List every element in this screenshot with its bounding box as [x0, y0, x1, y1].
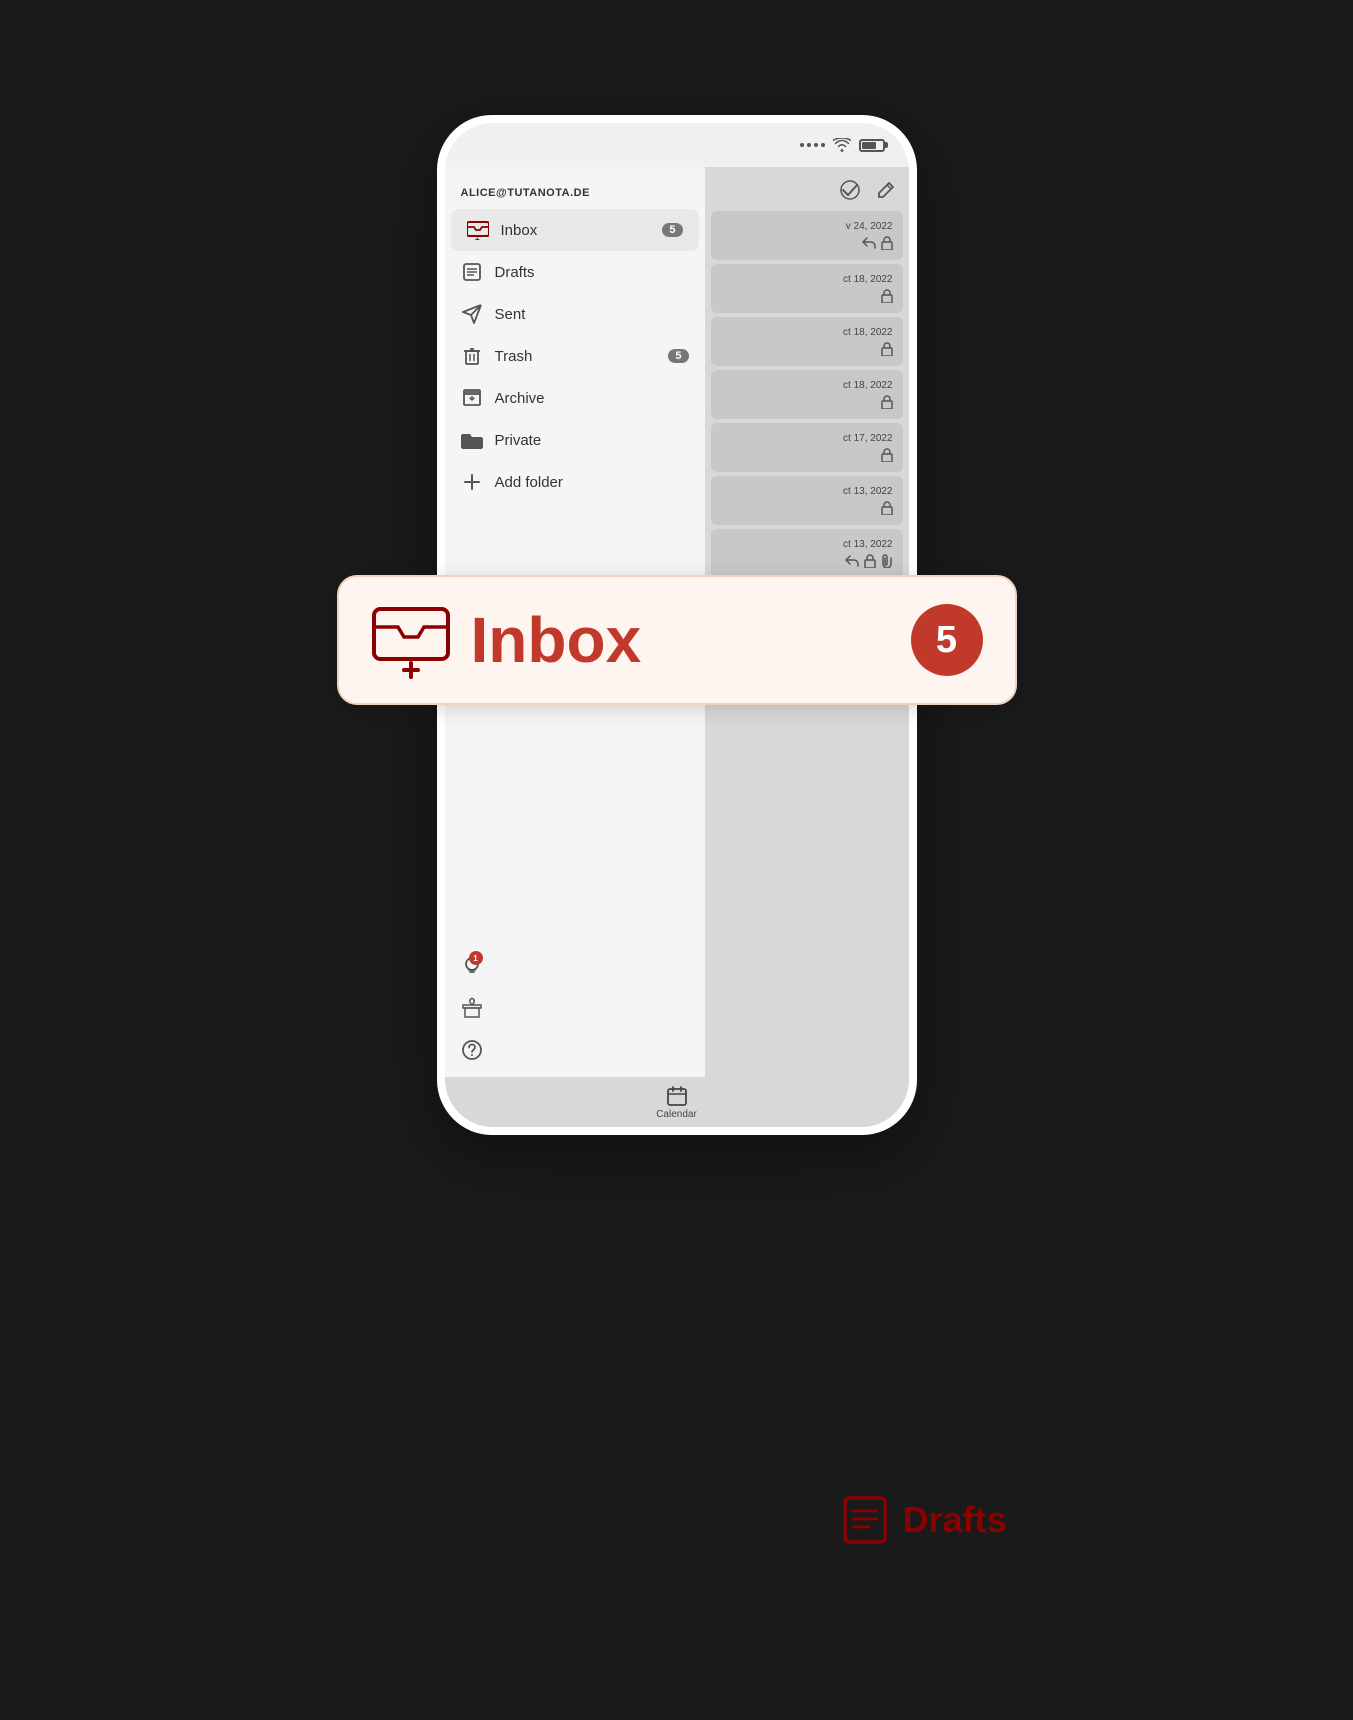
- inbox-highlight-text: Inbox: [471, 603, 642, 677]
- trash-label: Trash: [495, 348, 533, 365]
- email-icons: [721, 501, 893, 515]
- inbox-highlight-icon: [371, 600, 451, 680]
- add-folder-label: Add folder: [495, 474, 563, 491]
- lock-icon: [881, 501, 893, 515]
- inbox-highlight-banner: Inbox 5: [337, 575, 1017, 705]
- drafts-icon: [461, 261, 483, 283]
- lock-icon: [881, 342, 893, 356]
- battery-icon: [859, 139, 885, 152]
- folder-icon: [461, 429, 483, 451]
- drafts-label-text: Drafts: [902, 1499, 1006, 1541]
- account-label: ALICE@TUTANOTA.DE: [445, 175, 705, 209]
- calendar-tab-item[interactable]: Calendar: [656, 1085, 697, 1120]
- attachment-icon: [881, 554, 893, 568]
- email-icons: [721, 342, 893, 356]
- sidebar-item-sent[interactable]: Sent: [445, 293, 705, 335]
- sidebar-item-inbox[interactable]: + Inbox 5: [451, 209, 699, 251]
- archive-label: Archive: [495, 390, 545, 407]
- drafts-large-icon: [840, 1495, 890, 1545]
- lock-icon: [881, 448, 893, 462]
- sidebar-item-archive[interactable]: Archive: [445, 377, 705, 419]
- compose-edit-icon[interactable]: [875, 179, 897, 201]
- wifi-icon: [833, 138, 851, 152]
- svg-text:+: +: [475, 235, 480, 240]
- inbox-highlight-badge: 5: [911, 604, 983, 676]
- add-icon: [461, 471, 483, 493]
- email-item[interactable]: ct 13, 2022: [711, 529, 903, 578]
- email-item[interactable]: ct 18, 2022: [711, 264, 903, 313]
- gift-icon: [461, 997, 483, 1019]
- sidebar-item-private[interactable]: Private: [445, 419, 705, 461]
- email-item[interactable]: ct 18, 2022: [711, 370, 903, 419]
- signal-dot: [800, 143, 804, 147]
- reply-icon: [862, 237, 876, 249]
- email-date: ct 13, 2022: [721, 486, 893, 497]
- battery-fill: [862, 142, 876, 149]
- calendar-tab[interactable]: Calendar: [445, 1077, 909, 1127]
- email-item[interactable]: ct 18, 2022: [711, 317, 903, 366]
- email-icons: [721, 554, 893, 568]
- trash-icon: [461, 345, 483, 367]
- signal-dot: [807, 143, 811, 147]
- lock-icon: [881, 289, 893, 303]
- reply-icon: [845, 555, 859, 567]
- help-icon: [461, 1039, 483, 1061]
- calendar-label: Calendar: [656, 1109, 697, 1120]
- signal-dot: [814, 143, 818, 147]
- email-icons: [721, 289, 893, 303]
- drafts-label: Drafts: [495, 264, 535, 281]
- sent-icon: [461, 303, 483, 325]
- notification-dot: 1: [469, 951, 483, 965]
- email-date: ct 18, 2022: [721, 274, 893, 285]
- email-date: ct 18, 2022: [721, 380, 893, 391]
- email-date: ct 17, 2022: [721, 433, 893, 444]
- inbox-icon: +: [467, 219, 489, 241]
- lock-icon: [864, 554, 876, 568]
- sidebar-item-drafts[interactable]: Drafts: [445, 251, 705, 293]
- inbox-large-icon: [372, 601, 450, 679]
- email-date: ct 13, 2022: [721, 539, 893, 550]
- gift-button[interactable]: [445, 989, 705, 1027]
- scene: ALICE@TUTANOTA.DE + Inbox 5: [327, 85, 1027, 1635]
- inbox-label: Inbox: [501, 222, 538, 239]
- sidebar-item-trash[interactable]: Trash 5: [445, 335, 705, 377]
- trash-badge: 5: [668, 349, 688, 363]
- sent-label: Sent: [495, 306, 526, 323]
- add-folder-button[interactable]: Add folder: [445, 461, 705, 503]
- signal-dots: [800, 143, 825, 147]
- email-icons: [721, 236, 893, 250]
- email-icons: [721, 448, 893, 462]
- email-list-header: [705, 175, 909, 209]
- inbox-badge: 5: [662, 223, 682, 237]
- email-date: v 24, 2022: [721, 221, 893, 232]
- calendar-icon: [666, 1085, 688, 1107]
- email-item[interactable]: ct 17, 2022: [711, 423, 903, 472]
- email-item[interactable]: ct 13, 2022: [711, 476, 903, 525]
- help-button[interactable]: [445, 1031, 705, 1069]
- email-date: ct 18, 2022: [721, 327, 893, 338]
- archive-icon: [461, 387, 483, 409]
- tips-button[interactable]: 1: [445, 947, 705, 985]
- email-icons: [721, 395, 893, 409]
- signal-dot: [821, 143, 825, 147]
- compose-check-icon[interactable]: [839, 179, 861, 201]
- email-item[interactable]: v 24, 2022: [711, 211, 903, 260]
- drafts-label-footer: Drafts: [840, 1495, 1006, 1545]
- lock-icon: [881, 236, 893, 250]
- status-bar: [445, 123, 909, 167]
- lock-icon: [881, 395, 893, 409]
- private-label: Private: [495, 432, 542, 449]
